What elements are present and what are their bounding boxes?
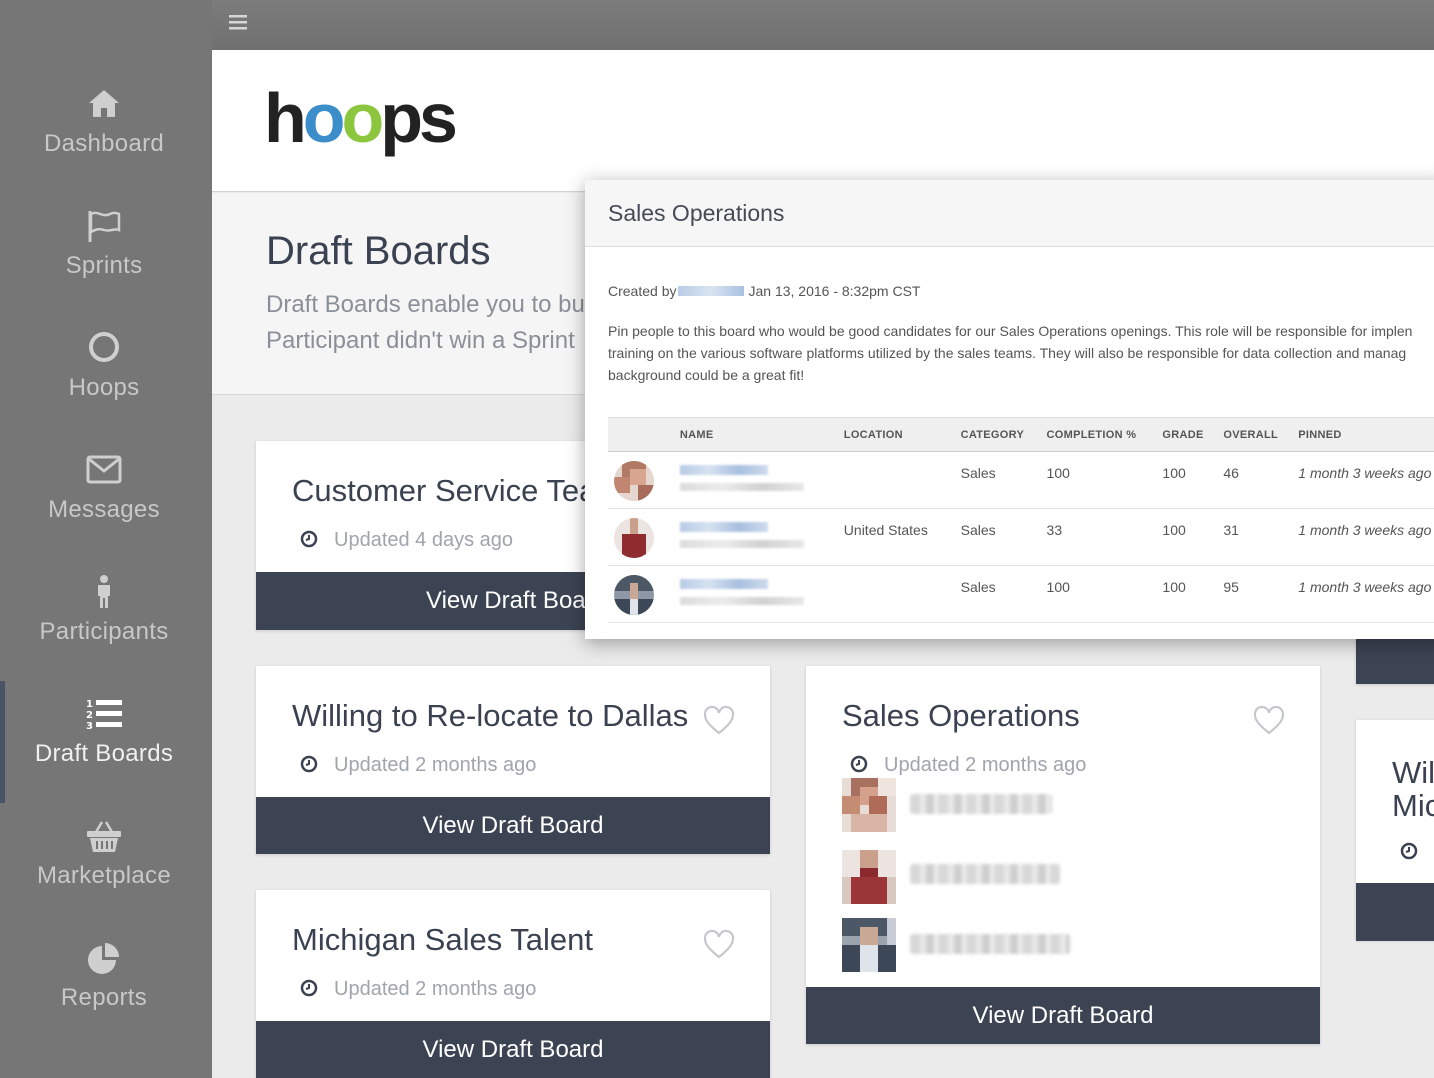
sidebar-item-hoops[interactable]: Hoops bbox=[0, 330, 212, 452]
participant-avatar bbox=[614, 518, 654, 558]
sidebar-item-draft-boards[interactable]: 123 Draft Boards bbox=[0, 681, 212, 818]
sidebar-item-label: Sprints bbox=[65, 252, 143, 279]
numbered-list-icon: 123 bbox=[86, 699, 122, 732]
heart-icon[interactable] bbox=[1253, 706, 1285, 736]
view-draft-board-button[interactable] bbox=[1356, 883, 1434, 941]
column-header[interactable]: GRADE bbox=[1162, 417, 1224, 452]
card-title[interactable]: Customer Service Tea bbox=[292, 473, 596, 509]
sidebar-item-dashboard[interactable]: Dashboard bbox=[0, 86, 212, 208]
participant-name-redacted[interactable] bbox=[679, 451, 844, 509]
creator-name-redacted[interactable] bbox=[678, 286, 745, 296]
basket-icon bbox=[87, 821, 121, 852]
participant-avatar bbox=[614, 575, 654, 615]
view-draft-board-button[interactable]: View Draft Board bbox=[256, 1021, 770, 1078]
clock-icon bbox=[1400, 842, 1418, 860]
card-title[interactable]: Sales Operations bbox=[842, 698, 1080, 734]
participant-name-redacted bbox=[910, 864, 1060, 884]
column-header[interactable]: LOCATION bbox=[843, 417, 961, 452]
card-updated: Updated 2 months ago bbox=[850, 754, 1086, 777]
circle-icon bbox=[89, 332, 119, 362]
card-title[interactable]: Michigan Sales Talent bbox=[292, 922, 593, 958]
table-header: NAME LOCATION CATEGORY COMPLETION % GRAD… bbox=[608, 417, 1434, 452]
envelope-icon bbox=[86, 455, 122, 484]
sidebar-item-reports[interactable]: Reports bbox=[0, 940, 212, 1062]
hoops-logo[interactable]: hoops bbox=[264, 78, 458, 158]
sidebar-item-label: Participants bbox=[39, 618, 169, 645]
draft-board-card: Willing to Re-locate to Dallas Updated 2… bbox=[256, 666, 770, 854]
svg-text:1: 1 bbox=[86, 699, 93, 710]
participant-avatar bbox=[842, 778, 896, 832]
column-header[interactable]: CATEGORY bbox=[960, 417, 1047, 452]
participant-name-redacted bbox=[910, 934, 1070, 954]
clock-icon bbox=[300, 755, 318, 773]
sidebar: Dashboard Sprints Hoops Messages Partici… bbox=[0, 0, 212, 1078]
sidebar-item-label: Hoops bbox=[68, 374, 140, 401]
table-row[interactable]: Sales 100 100 95 1 month 3 weeks ago l bbox=[608, 565, 1434, 623]
sidebar-item-label: Draft Boards bbox=[34, 740, 174, 767]
pie-chart-icon bbox=[88, 943, 119, 974]
sidebar-item-messages[interactable]: Messages bbox=[0, 452, 212, 574]
heart-icon[interactable] bbox=[703, 930, 735, 960]
card-title[interactable]: Willing to Re-locate to Dallas bbox=[292, 698, 688, 734]
card-updated: Updated 2 months ago bbox=[300, 978, 536, 1001]
participant-name-redacted[interactable] bbox=[679, 508, 844, 566]
draft-board-modal: Sales Operations Created by Jan 13, 2016 … bbox=[585, 180, 1434, 639]
clock-icon bbox=[850, 755, 868, 773]
modal-header: Sales Operations bbox=[585, 180, 1434, 247]
page-title: Draft Boards bbox=[266, 229, 491, 273]
table-row[interactable]: United States Sales 33 100 31 1 month 3 … bbox=[608, 508, 1434, 566]
board-description: Pin people to this board who would be go… bbox=[608, 323, 1413, 383]
sidebar-item-participants[interactable]: Participants bbox=[0, 574, 212, 696]
modal-title: Sales Operations bbox=[608, 200, 785, 226]
view-draft-board-button[interactable]: View Draft Board bbox=[806, 987, 1320, 1044]
view-draft-board-button[interactable]: View Draft Board bbox=[256, 797, 770, 854]
sidebar-item-marketplace[interactable]: Marketplace bbox=[0, 818, 212, 940]
clock-icon bbox=[300, 979, 318, 997]
created-by: Created by Jan 13, 2016 - 8:32pm CST bbox=[608, 283, 921, 299]
participant-avatar bbox=[842, 918, 896, 972]
column-header[interactable]: OVERALL bbox=[1223, 417, 1299, 452]
clock-icon bbox=[300, 530, 318, 548]
svg-text:3: 3 bbox=[86, 721, 93, 732]
card-title[interactable]: Wil Mic bbox=[1392, 756, 1434, 822]
top-bar bbox=[212, 0, 1434, 50]
sidebar-item-label: Reports bbox=[60, 984, 148, 1011]
draft-board-card: Sales Operations Updated 2 months ago Vi… bbox=[806, 666, 1320, 1044]
sidebar-item-label: Marketplace bbox=[36, 862, 172, 889]
hamburger-icon[interactable] bbox=[229, 13, 247, 31]
draft-board-card-partial: Wil Mic bbox=[1356, 720, 1434, 941]
draft-board-card: Michigan Sales Talent Updated 2 months a… bbox=[256, 890, 770, 1078]
sidebar-item-label: Dashboard bbox=[43, 130, 165, 157]
flag-icon bbox=[88, 211, 121, 242]
table-row[interactable]: Sales 100 100 46 1 month 3 weeks ago l bbox=[608, 451, 1434, 509]
person-icon bbox=[98, 575, 110, 608]
svg-text:2: 2 bbox=[86, 710, 93, 721]
page-description: Draft Boards enable you to bui Participan… bbox=[266, 291, 591, 354]
logo-bar: hoops bbox=[212, 50, 1434, 192]
sidebar-item-sprints[interactable]: Sprints bbox=[0, 208, 212, 330]
participant-avatar bbox=[842, 850, 896, 904]
column-header[interactable]: PINNED bbox=[1298, 417, 1434, 452]
partial-card-button[interactable] bbox=[1356, 636, 1434, 684]
card-updated: Updated 4 days ago bbox=[300, 529, 513, 552]
card-updated: Updated 2 months ago bbox=[300, 754, 536, 777]
participant-name-redacted bbox=[910, 794, 1052, 814]
participant-avatar bbox=[614, 461, 654, 501]
heart-icon[interactable] bbox=[703, 706, 735, 736]
participant-name-redacted[interactable] bbox=[679, 565, 844, 623]
column-header[interactable]: NAME bbox=[679, 417, 844, 452]
sidebar-item-label: Messages bbox=[48, 496, 160, 523]
home-icon bbox=[89, 90, 119, 117]
participants-table: NAME LOCATION CATEGORY COMPLETION % GRAD… bbox=[608, 417, 1434, 623]
column-header[interactable]: COMPLETION % bbox=[1046, 417, 1163, 452]
